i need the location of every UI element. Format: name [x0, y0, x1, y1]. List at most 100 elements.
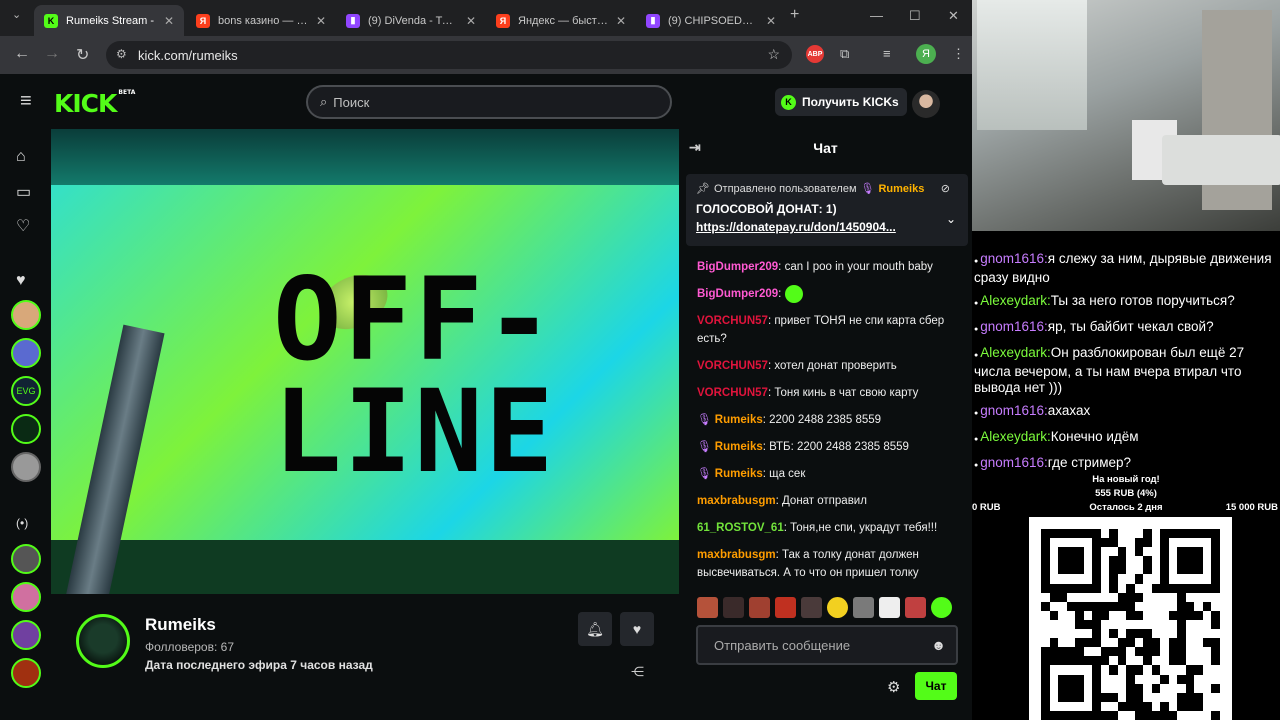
- new-tab-button[interactable]: +: [790, 6, 799, 24]
- pinned-message[interactable]: 📌︎ Отправлено пользователем 🎙︎ Rumeiks ⊘…: [686, 174, 968, 246]
- emote-icon[interactable]: [697, 597, 718, 618]
- tab-kick[interactable]: K Rumeiks Stream - ✕: [34, 5, 184, 36]
- extensions-icon[interactable]: ⧉: [840, 46, 849, 62]
- search-input[interactable]: ⌕ Поиск: [306, 85, 672, 119]
- chat-username[interactable]: BigDumper209: [697, 261, 778, 273]
- chat-username[interactable]: VORCHUN57: [697, 387, 768, 399]
- minimize-icon[interactable]: —: [870, 8, 883, 23]
- qr-module: [1066, 547, 1076, 557]
- reload-icon[interactable]: ↻: [76, 45, 89, 65]
- qr-module: [1134, 574, 1144, 584]
- sidebar-channel-avatar[interactable]: [11, 338, 41, 368]
- kick-logo[interactable]: KICK BETA: [54, 89, 135, 118]
- forward-icon[interactable]: →: [44, 45, 60, 63]
- screen: K Rumeiks Stream - ✕ Я bons казино — Ян …: [0, 0, 1280, 720]
- chat-message-input[interactable]: Отправить сообщение ☻: [696, 625, 958, 665]
- chat-username[interactable]: 61_ROSTOV_61: [697, 522, 784, 534]
- user-avatar[interactable]: [912, 90, 940, 118]
- emote-icon[interactable]: [775, 597, 796, 618]
- sidebar-live-avatar[interactable]: [11, 582, 41, 612]
- qr-module: [1117, 547, 1127, 557]
- close-icon[interactable]: ✕: [164, 14, 174, 28]
- get-kicks-button[interactable]: K Получить KICKs: [775, 88, 907, 116]
- collapse-chat-icon[interactable]: ⇥: [689, 139, 701, 156]
- emote-icon[interactable]: [879, 597, 900, 618]
- qr-module: [1151, 692, 1161, 702]
- sidebar-channel-avatar[interactable]: [11, 300, 41, 330]
- chat-username[interactable]: BigDumper209: [697, 288, 778, 300]
- close-window-icon[interactable]: ✕: [948, 8, 959, 24]
- video-player-offline[interactable]: OFF- LINE: [51, 129, 679, 594]
- emoji-picker-icon[interactable]: ☻: [931, 637, 946, 653]
- qr-module: [1185, 710, 1195, 720]
- qr-module: [1083, 665, 1093, 675]
- sidebar-live-avatar[interactable]: [11, 544, 41, 574]
- bookmark-star-icon[interactable]: ☆: [767, 46, 780, 63]
- profile-avatar[interactable]: Я: [916, 44, 936, 64]
- chat-username[interactable]: maxbrabusgm: [697, 495, 776, 507]
- chat-username[interactable]: Rumeiks: [715, 468, 763, 480]
- channel-avatar[interactable]: [76, 614, 130, 668]
- close-icon[interactable]: ✕: [766, 14, 776, 28]
- site-info-icon[interactable]: ⚙: [116, 47, 127, 61]
- emote-icon[interactable]: [749, 597, 770, 618]
- chat-settings-gear-icon[interactable]: ⚙: [887, 678, 900, 696]
- follow-heart-button[interactable]: ♥: [620, 612, 654, 646]
- sidebar-channel-avatar[interactable]: [11, 452, 41, 482]
- tab-yandex[interactable]: Я Яндекс — быстры ✕: [486, 5, 636, 36]
- emote-icon[interactable]: [801, 597, 822, 618]
- share-icon[interactable]: ⋲: [631, 664, 644, 680]
- tab-twitch-divenda[interactable]: ▮ (9) DiVenda - Twitc ✕: [336, 5, 486, 36]
- qr-module: [1049, 538, 1059, 548]
- qr-module: [1160, 601, 1169, 611]
- home-icon[interactable]: ⌂: [16, 148, 26, 166]
- close-icon[interactable]: ✕: [616, 14, 626, 28]
- chat-username[interactable]: maxbrabusgm: [697, 549, 776, 561]
- qr-module: [1177, 674, 1186, 684]
- qr-module: [1041, 583, 1050, 593]
- tab-twitch-chipsoed[interactable]: ▮ (9) CHIPSOED196 ✕: [636, 5, 786, 36]
- sidebar-live-avatar[interactable]: [11, 658, 41, 688]
- qr-module: [1049, 619, 1059, 630]
- address-bar[interactable]: ⚙ kick.com/rumeiks ☆: [106, 41, 792, 69]
- sidebar-channel-avatar[interactable]: EVG: [11, 376, 41, 406]
- notifications-bell-button[interactable]: 🔔︎: [578, 612, 612, 646]
- emote-icon[interactable]: [931, 597, 952, 618]
- following-icon[interactable]: ♡: [16, 216, 30, 236]
- pinned-link[interactable]: https://donatepay.ru/don/1450904...: [696, 220, 936, 234]
- qr-module: [1185, 638, 1195, 648]
- emote-icon[interactable]: [853, 597, 874, 618]
- channel-name[interactable]: Rumeiks: [145, 615, 216, 635]
- browse-icon[interactable]: ▭: [16, 182, 31, 202]
- sidebar-live-avatar[interactable]: [11, 620, 41, 650]
- menu-kebab-icon[interactable]: ⋮: [952, 46, 965, 62]
- qr-module: [1049, 547, 1059, 557]
- chat-username[interactable]: VORCHUN57: [697, 360, 768, 372]
- maximize-icon[interactable]: ☐: [909, 8, 921, 24]
- adblock-extension-icon[interactable]: ABP: [806, 45, 824, 63]
- send-chat-button[interactable]: Чат: [915, 672, 957, 700]
- chevron-down-icon[interactable]: ⌄: [946, 212, 956, 226]
- goal-title: На новый год!: [1092, 474, 1160, 485]
- qr-module: [1066, 665, 1076, 675]
- qr-module: [1177, 538, 1186, 548]
- sidebar-channel-avatar[interactable]: [11, 414, 41, 444]
- qr-module: [1109, 529, 1118, 539]
- qr-module: [1134, 538, 1144, 548]
- tab-search-icon[interactable]: ⌄: [12, 8, 21, 21]
- close-icon[interactable]: ✕: [316, 14, 326, 28]
- qr-module: [1041, 529, 1050, 539]
- tab-yandex-bons[interactable]: Я bons казино — Ян ✕: [186, 5, 336, 36]
- unpin-icon[interactable]: ⊘: [941, 182, 950, 195]
- emote-icon[interactable]: [827, 597, 848, 618]
- media-control-icon[interactable]: ≡: [883, 46, 891, 61]
- emote-icon[interactable]: [905, 597, 926, 618]
- hamburger-menu-icon[interactable]: ≡: [20, 90, 32, 113]
- stream-info: Rumeiks Фолловеров: 67 Дата последнего э…: [51, 594, 679, 720]
- chat-username[interactable]: Rumeiks: [715, 441, 763, 453]
- chat-username[interactable]: Rumeiks: [715, 414, 763, 426]
- chat-username[interactable]: VORCHUN57: [697, 315, 768, 327]
- emote-icon[interactable]: [723, 597, 744, 618]
- back-icon[interactable]: ←: [14, 45, 30, 63]
- close-icon[interactable]: ✕: [466, 14, 476, 28]
